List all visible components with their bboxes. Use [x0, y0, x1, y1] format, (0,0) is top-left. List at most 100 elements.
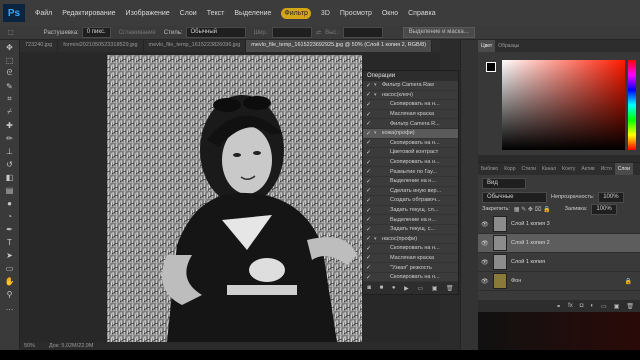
fill-input[interactable]: 100%	[591, 203, 617, 215]
layers-tab[interactable]: Исто	[598, 166, 615, 172]
tab-doc-3[interactable]: mevlo_file_temp_1615223826096.jpg	[144, 40, 247, 52]
history-row[interactable]: ✓ Скопировать на н...	[363, 244, 458, 254]
style-select[interactable]: Обычный	[185, 27, 246, 38]
blend-mode-select[interactable]: Обычные	[482, 191, 547, 203]
check-icon[interactable]: ✓	[366, 139, 372, 146]
hand-icon[interactable]: ✋	[4, 276, 16, 286]
history-row[interactable]: ✓ ▾ насос(профи)	[363, 235, 458, 245]
history-row[interactable]: ✓ Масляная краска	[363, 254, 458, 264]
history-brush-icon[interactable]: ↺	[4, 159, 16, 169]
group-icon[interactable]: ▭	[601, 303, 607, 310]
gradient-icon[interactable]: ▤	[4, 185, 16, 195]
zoom-level[interactable]: 50%	[24, 343, 35, 349]
history-row[interactable]: ✓ Создать обтравоч...	[363, 196, 458, 206]
layers-tab[interactable]: Библио	[478, 166, 501, 172]
history-row[interactable]: ✓ Масляная краска	[363, 110, 458, 120]
check-icon[interactable]: ✓	[366, 207, 372, 214]
check-icon[interactable]: ✓	[366, 187, 372, 194]
history-row[interactable]: ✓ Сделать иную вер...	[363, 187, 458, 197]
layers-tab[interactable]: Корр	[501, 166, 518, 172]
layers-tab[interactable]: Конту	[559, 166, 578, 172]
expand-arrow-icon[interactable]: ▾	[374, 236, 380, 242]
check-icon[interactable]: ✓	[366, 197, 372, 204]
quick-select-icon[interactable]: ✎	[4, 81, 16, 91]
menu-edit[interactable]: Редактирование	[62, 10, 115, 17]
check-icon[interactable]: ✓	[366, 226, 372, 233]
crop-icon[interactable]: ⌗	[4, 94, 16, 104]
history-row[interactable]: ✓ "Узкая" резкость	[363, 263, 458, 273]
expand-arrow-icon[interactable]: ▾	[374, 92, 380, 98]
history-row[interactable]: ✓ Задать текущ. с...	[363, 225, 458, 235]
history-row[interactable]: ✓ Фильтр Camera R...	[363, 119, 458, 129]
check-icon[interactable]: ✓	[366, 216, 372, 223]
tab-doc-2[interactable]: formini2021050523318529.jpg	[58, 40, 144, 52]
foreground-swatch[interactable]	[486, 62, 496, 72]
new-layer-icon[interactable]: ▣	[614, 303, 620, 310]
layer-row[interactable]: 👁 Слой 1 копия 3	[478, 215, 640, 234]
history-row[interactable]: ✓ Задать текущ. сл...	[363, 206, 458, 216]
new-item-icon[interactable]: ▣	[432, 285, 438, 292]
check-icon[interactable]: ✓	[366, 254, 372, 261]
menu-layers[interactable]: Слои	[180, 10, 197, 17]
layers-tab[interactable]: Актив	[578, 166, 597, 172]
menu-text[interactable]: Текст	[207, 10, 225, 17]
healing-icon[interactable]: ✚	[4, 120, 16, 130]
stop-icon[interactable]: ■	[380, 285, 384, 291]
visibility-eye-icon[interactable]: 👁	[481, 221, 491, 228]
link-icon[interactable]: ⚭	[556, 303, 561, 310]
tab-swatches[interactable]: Образцы	[495, 43, 522, 49]
history-row[interactable]: ✓ Выделение на н...	[363, 215, 458, 225]
visibility-eye-icon[interactable]: 👁	[481, 259, 491, 266]
history-row[interactable]: ✓ Размытие по Гау...	[363, 167, 458, 177]
menu-help[interactable]: Справка	[408, 10, 435, 17]
check-icon[interactable]: ✓	[366, 82, 372, 89]
record-icon[interactable]: ●	[392, 285, 396, 291]
lasso-icon[interactable]: ᘓ	[4, 68, 16, 78]
tab-doc-4-active[interactable]: mevlo_file_temp_1615223692925.jpg @ 50% …	[246, 40, 433, 52]
delete-layer-icon[interactable]: 🗑	[626, 303, 634, 310]
marquee-icon[interactable]: ⬚	[8, 29, 14, 36]
check-icon[interactable]: ✓	[366, 274, 372, 281]
history-row[interactable]: ✓ Цветовой контраст	[363, 148, 458, 158]
history-row[interactable]: ✓ ▾ насос(ключ)	[363, 91, 458, 101]
check-icon[interactable]: ✓	[366, 149, 372, 156]
smoothing-checkbox[interactable]: Сглаживание	[119, 30, 156, 36]
fx-icon[interactable]: fx	[568, 303, 573, 309]
dodge-icon[interactable]: ◔	[4, 211, 16, 221]
select-and-mask-button[interactable]: Выделение и маска...	[402, 27, 475, 38]
history-row[interactable]: ✓ Скопировать на н...	[363, 158, 458, 168]
type-icon[interactable]: T	[4, 237, 16, 247]
history-row[interactable]: ✓ ▾ Фильтр Camera Raw	[363, 81, 458, 91]
layers-tab[interactable]: Стили	[518, 166, 538, 172]
brush-icon[interactable]: ✏	[4, 133, 16, 143]
new-folder-icon[interactable]: ▭	[417, 285, 423, 292]
menu-view[interactable]: Просмотр	[340, 10, 372, 17]
adjustment-icon[interactable]: ◐	[590, 303, 594, 309]
blur-icon[interactable]: ●	[4, 198, 16, 208]
trash-icon[interactable]: 🗑	[446, 285, 454, 292]
layer-row[interactable]: 👁 Слой 1 копия	[478, 253, 640, 272]
zoom-icon[interactable]: ⚲	[4, 289, 16, 299]
document-image[interactable]	[107, 55, 362, 342]
height-input[interactable]	[342, 27, 383, 38]
check-icon[interactable]: ✓	[366, 91, 372, 98]
hue-slider[interactable]	[628, 60, 636, 150]
width-input[interactable]	[272, 27, 313, 38]
tab-doc-1[interactable]: 723240.jpg	[20, 40, 59, 52]
marquee-icon[interactable]: ⬚	[4, 55, 16, 65]
check-icon[interactable]: ✓	[366, 168, 372, 175]
history-row[interactable]: ✓ Скопировать на н...	[363, 100, 458, 110]
check-icon[interactable]: ✓	[366, 235, 372, 242]
shape-icon[interactable]: ▭	[4, 263, 16, 273]
check-icon[interactable]: ✓	[366, 178, 372, 185]
layers-tab[interactable]: Слои	[614, 163, 633, 175]
opacity-input[interactable]: 100%	[598, 191, 624, 203]
feather-input[interactable]: 0 пикс.	[81, 27, 111, 38]
expand-arrow-icon[interactable]: ▾	[374, 82, 380, 88]
check-icon[interactable]: ✓	[366, 111, 372, 118]
mask-icon[interactable]: ◘	[580, 303, 584, 309]
check-icon[interactable]: ✓	[366, 264, 372, 271]
menu-image[interactable]: Изображение	[126, 10, 170, 17]
menu-filter[interactable]: Фильтр	[281, 7, 311, 19]
move-icon[interactable]: ✥	[4, 42, 16, 52]
